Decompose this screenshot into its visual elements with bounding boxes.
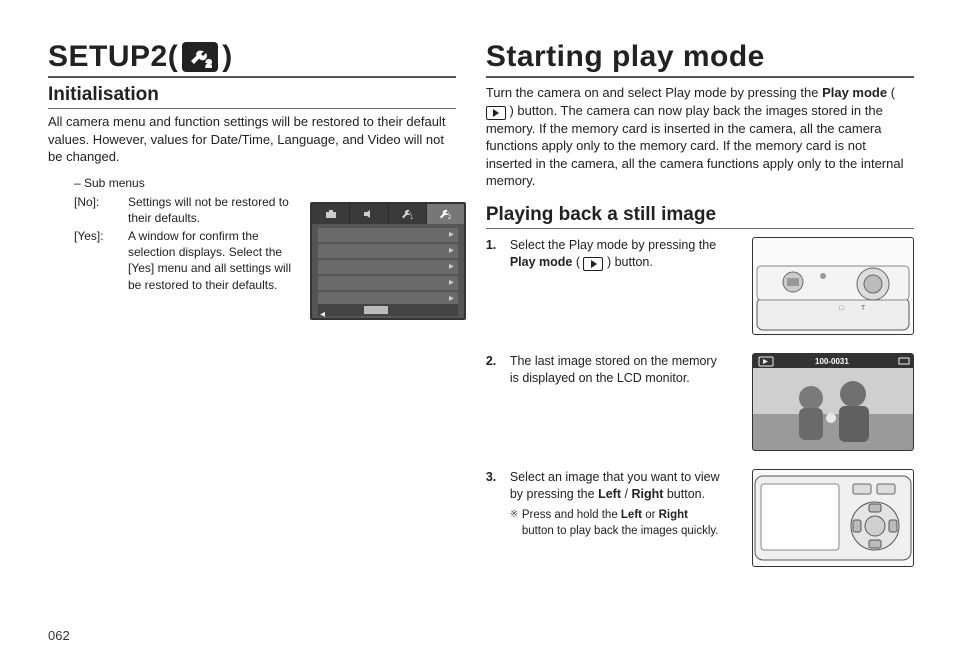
initialisation-intro: All camera menu and function settings wi… <box>48 113 456 166</box>
option-yes-val: A window for confirm the selection displ… <box>128 228 294 293</box>
svg-text:2: 2 <box>448 215 452 220</box>
lcd-footer: ◂ <box>318 304 458 316</box>
svg-text:2: 2 <box>206 59 212 69</box>
step-3: 3. Select an image that you want to view… <box>486 469 914 567</box>
lcd-row <box>318 228 458 242</box>
step-1: 1. Select the Play mode by pressing the … <box>486 237 914 335</box>
option-no-val: Settings will not be restored to their d… <box>128 194 294 226</box>
lcd-footer-highlight <box>364 306 388 314</box>
back-caret-icon: ◂ <box>318 309 325 320</box>
lcd-row <box>318 276 458 290</box>
lcd-menu-rows <box>312 224 464 306</box>
option-yes-key: [Yes]: <box>74 228 122 293</box>
lcd-tab-camera <box>312 204 350 224</box>
svg-text:1: 1 <box>410 215 414 220</box>
play-mode-icon <box>486 106 506 120</box>
step-bold: Play mode <box>510 255 573 269</box>
heading-text-pre: SETUP2( <box>48 40 178 74</box>
lcd-tab-setup2: 2 <box>427 204 464 224</box>
step-text: ) button. <box>607 255 653 269</box>
sub-menus-label: – Sub menus <box>74 176 456 190</box>
step-bold: Left <box>598 487 621 501</box>
photo-counter: 100-0031 <box>815 357 849 366</box>
note-bold: Right <box>659 509 688 521</box>
step-1-text: Select the Play mode by pressing the Pla… <box>510 237 720 335</box>
lcd-tab-sound <box>350 204 388 224</box>
lcd-row <box>318 244 458 258</box>
intro-paren-open: ( <box>891 85 895 100</box>
page-number: 062 <box>48 628 70 643</box>
note-text: Press and hold the <box>522 509 621 521</box>
step-bold: Right <box>631 487 663 501</box>
starting-play-mode-heading: Starting play mode <box>486 40 914 78</box>
heading-text-post: ) <box>222 40 233 74</box>
step-2: 2. The last image stored on the memory i… <box>486 353 914 451</box>
option-no-key: [No]: <box>74 194 122 226</box>
play-mode-icon <box>583 257 603 271</box>
options-list: [No]: Settings will not be restored to t… <box>74 194 294 293</box>
right-column: Starting play mode Turn the camera on an… <box>486 40 914 600</box>
svg-text:T: T <box>861 305 866 312</box>
playing-back-subheading: Playing back a still image <box>486 204 914 229</box>
lcd-tab-bar: 1 2 <box>312 204 464 224</box>
initialisation-subheading: Initialisation <box>48 84 456 109</box>
step-text: button. <box>667 487 705 501</box>
step-text: / <box>624 487 627 501</box>
step-number: 3. <box>486 469 500 567</box>
intro-bold-playmode: Play mode <box>822 85 887 100</box>
figure-camera-back <box>752 469 914 567</box>
setup2-heading: SETUP2( 2 ) <box>48 40 456 78</box>
intro-text: Turn the camera on and select Play mode … <box>486 85 822 100</box>
left-column: SETUP2( 2 ) Initialisation All camera me… <box>48 40 456 600</box>
note-text: or <box>645 509 658 521</box>
step-number: 1. <box>486 237 500 335</box>
steps-list: 1. Select the Play mode by pressing the … <box>486 237 914 567</box>
wrench-2-icon: 2 <box>182 42 218 72</box>
lcd-row <box>318 260 458 274</box>
step-2-text: The last image stored on the memory is d… <box>510 353 720 451</box>
figure-photo-playback: 100-0031 <box>752 353 914 451</box>
step-text: Select the Play mode by pressing the <box>510 238 716 252</box>
note-text: button to play back the images quickly. <box>522 525 719 537</box>
note-bold: Left <box>621 509 642 521</box>
step-3-note: Press and hold the Left or Right button … <box>510 508 720 539</box>
step-number: 2. <box>486 353 500 451</box>
play-mode-intro: Turn the camera on and select Play mode … <box>486 84 914 190</box>
step-3-text: Select an image that you want to view by… <box>510 469 720 567</box>
figure-camera-top: T □ <box>752 237 914 335</box>
lcd-tab-setup1: 1 <box>389 204 427 224</box>
step-text: ( <box>576 255 580 269</box>
lcd-screenshot: 1 2 ◂ <box>310 202 466 320</box>
intro-text-tail: ) button. The camera can now play back t… <box>486 103 904 189</box>
